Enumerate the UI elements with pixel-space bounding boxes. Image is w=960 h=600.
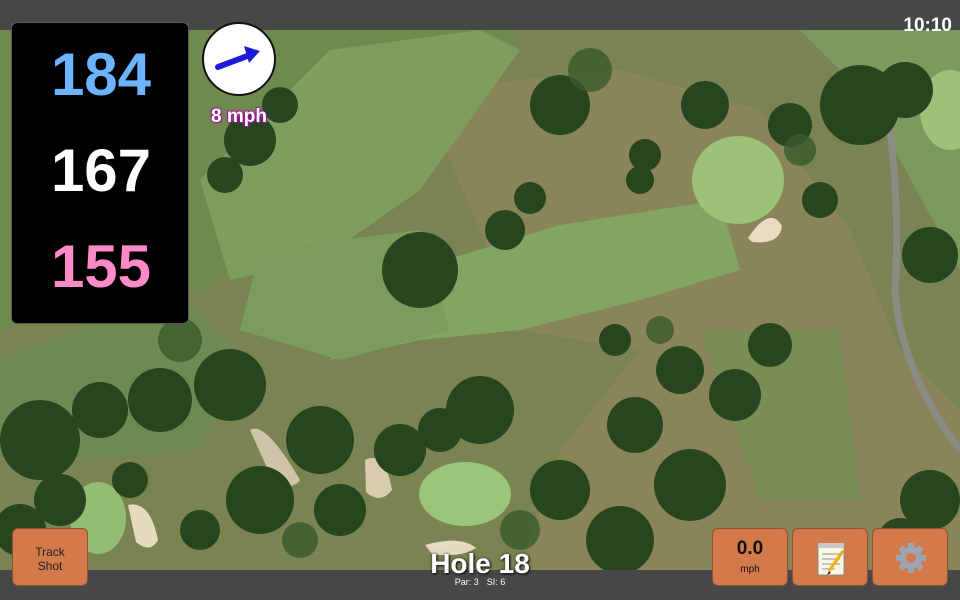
hole-title: Hole 18 [430,548,530,579]
hole-info: Par: 3 SI: 6 [380,577,580,587]
hole-par: Par: 3 [454,577,479,587]
middle-distance: 167 [50,137,152,204]
clock: 10:10 [903,15,952,36]
wind-speed: 8 mph [211,106,267,127]
scorecard-notes-button[interactable] [792,528,868,586]
wind-arrow-icon [215,46,260,70]
notepad-icon [817,543,845,576]
hole-stroke-index: SI: 6 [486,577,506,587]
wind-indicator [202,22,276,96]
track-shot-button[interactable]: Track Shot [12,528,88,586]
settings-button[interactable] [872,528,948,586]
gear-icon [896,543,926,573]
front-distance: 155 [50,233,152,300]
speed-unit: mph [740,564,760,575]
back-distance: 184 [50,41,152,108]
track-shot-label-line1: Track [35,545,65,559]
speed-button[interactable]: 0.0 mph [712,528,788,586]
distance-panel: 184 167 155 [11,22,189,324]
track-shot-label-line2: Shot [37,559,63,573]
speed-value: 0.0 [736,538,764,559]
